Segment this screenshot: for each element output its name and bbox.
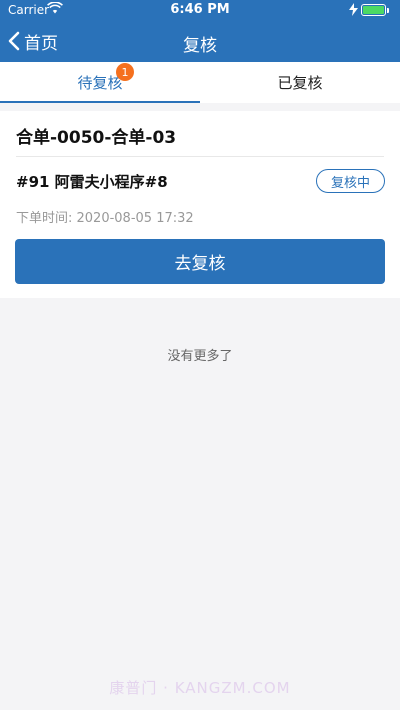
- battery-tip: [387, 8, 389, 13]
- no-more-label: 没有更多了: [167, 349, 233, 364]
- order-card: 合单-0050-合单-03 #91 阿雷夫小程序#8 复核中 下单时间: 202…: [0, 111, 400, 298]
- navigation-bar: 首页 复核: [0, 20, 400, 62]
- status-bar: Carrier 6:46 PM: [0, 0, 400, 20]
- tab-reviewed-label: 已复核: [277, 74, 323, 92]
- start-review-button[interactable]: 去复核: [15, 239, 385, 284]
- pending-count-badge: 1: [116, 63, 134, 81]
- charging-bolt-icon: [349, 3, 358, 16]
- page-title: 复核: [183, 36, 217, 56]
- active-tab-indicator: [0, 101, 200, 103]
- watermark: 康普门 · KANGZM.COM: [109, 679, 291, 697]
- back-label: 首页: [24, 33, 58, 54]
- tab-pending-review[interactable]: 待复核 1: [0, 62, 200, 103]
- tab-bar: 待复核 1 已复核: [0, 62, 400, 103]
- back-button[interactable]: 首页: [8, 28, 58, 54]
- order-time: 下单时间: 2020-08-05 17:32: [16, 211, 194, 226]
- battery-icon: [361, 4, 386, 16]
- chevron-left-icon: [8, 31, 20, 51]
- tab-reviewed[interactable]: 已复核: [200, 62, 400, 103]
- card-divider: [16, 156, 384, 157]
- order-line-item: #91 阿雷夫小程序#8: [16, 173, 168, 191]
- status-time: 6:46 PM: [170, 2, 230, 17]
- status-badge: 复核中: [316, 169, 385, 193]
- order-title: 合单-0050-合单-03: [16, 128, 177, 148]
- top-bar: Carrier 6:46 PM 首页 复核: [0, 0, 400, 62]
- battery-level: [363, 6, 384, 14]
